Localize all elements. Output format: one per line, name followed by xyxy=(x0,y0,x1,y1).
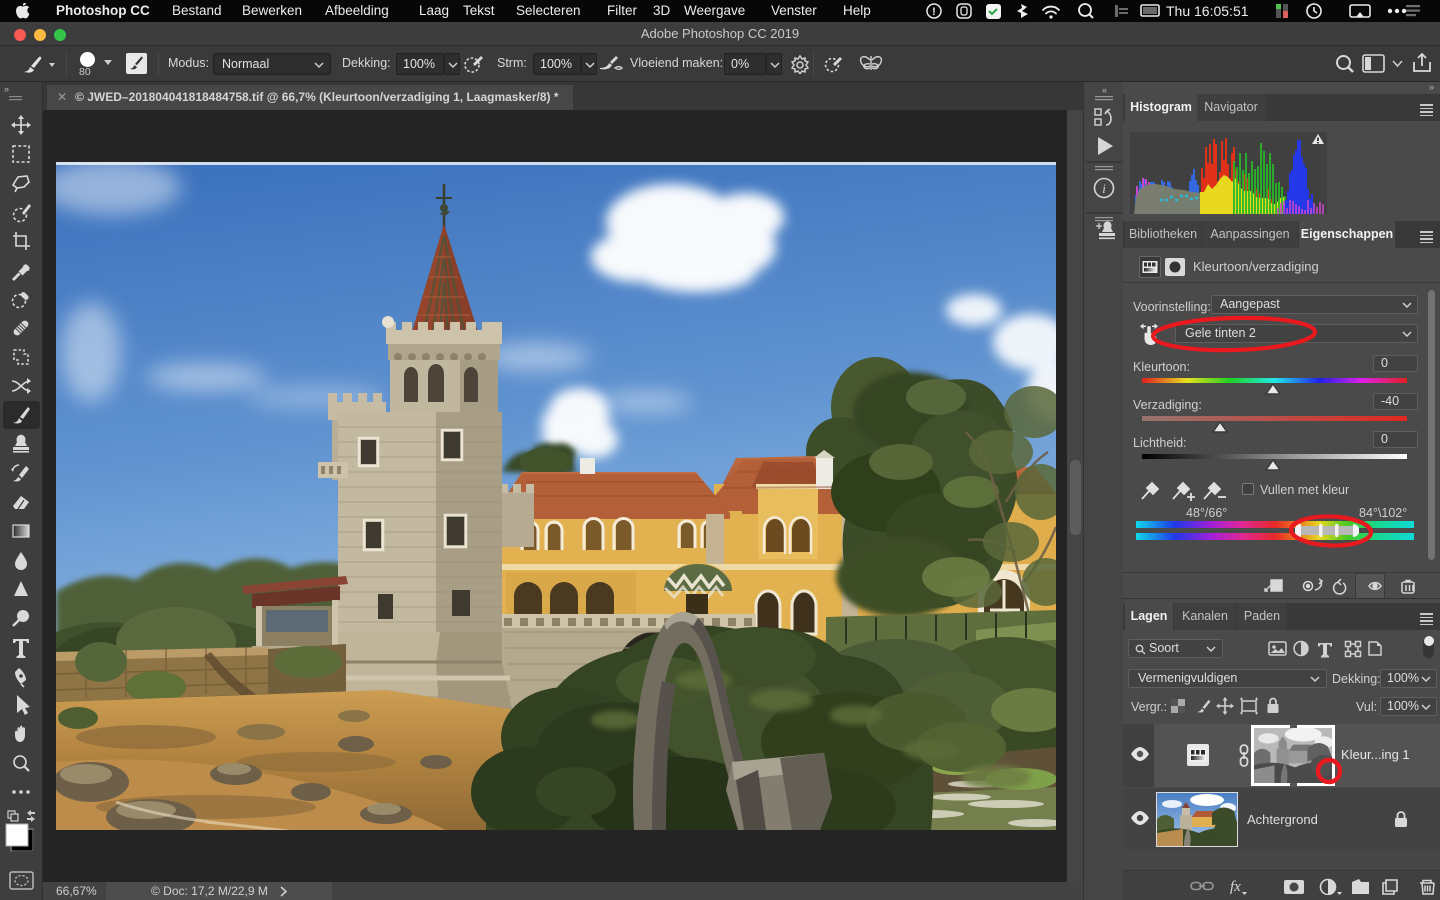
svg-text:i: i xyxy=(1102,181,1106,196)
svg-text:»: » xyxy=(4,84,10,94)
svg-text:fx: fx xyxy=(1230,879,1241,895)
svg-text:!: ! xyxy=(932,6,936,18)
svg-text:«: « xyxy=(1102,85,1107,95)
